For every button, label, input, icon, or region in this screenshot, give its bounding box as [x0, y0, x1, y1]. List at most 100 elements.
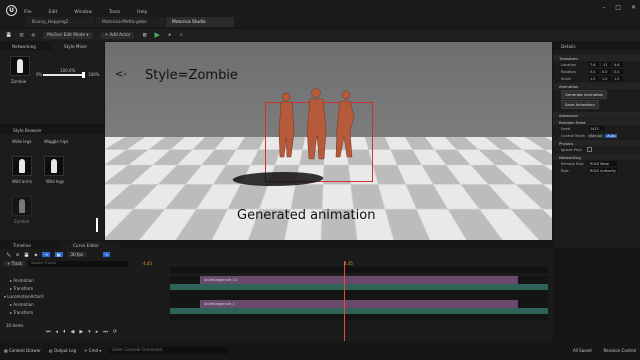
- remote-role-value[interactable]: ROLE None: [589, 161, 617, 166]
- characters-group[interactable]: [270, 87, 360, 187]
- go-to-end-icon[interactable]: ⏭: [103, 329, 108, 335]
- tab-bunny-hopping[interactable]: Bunny_Hopping2: [26, 17, 94, 27]
- location-z[interactable]: 4.6: [613, 62, 623, 67]
- control-auto-button[interactable]: Auto: [605, 133, 618, 138]
- ignore-physics-checkbox[interactable]: [587, 147, 592, 152]
- location-x[interactable]: 7.6: [589, 62, 599, 67]
- wild-legs-thumbnail[interactable]: [44, 156, 64, 176]
- curve-icon[interactable]: ∿: [102, 251, 111, 257]
- details-spacer: [553, 50, 640, 54]
- zombie-style-thumbnail[interactable]: [10, 56, 30, 76]
- add-track-button[interactable]: + Track: [4, 261, 26, 266]
- tab-style-mixer[interactable]: Style Mixer: [52, 42, 104, 50]
- anim-section-1[interactable]: AnimSequence_1: [200, 300, 518, 308]
- reverse-icon[interactable]: ◀: [71, 329, 75, 335]
- prev-key-icon[interactable]: ◂: [56, 329, 59, 335]
- rotation-z[interactable]: 0.0: [613, 69, 623, 74]
- style-item-wide-legs[interactable]: Wide legs: [12, 139, 31, 144]
- step-forward-icon[interactable]: ⏵: [88, 329, 91, 335]
- track-transform-1[interactable]: ▸ Transform: [0, 284, 168, 292]
- style-item-wild-legs[interactable]: Wild legs: [46, 179, 64, 184]
- fps-select[interactable]: 30 fps: [67, 251, 86, 257]
- menu-window[interactable]: Window: [74, 10, 92, 15]
- rotation-x[interactable]: 0.0: [589, 69, 599, 74]
- text-cursor: [96, 218, 98, 232]
- unreal-logo-icon[interactable]: U: [6, 5, 17, 16]
- menu-bar: U File Edit Window Tools Help Bunny_Hopp…: [0, 0, 640, 28]
- tab-curve-editor[interactable]: Curve Editor: [60, 241, 120, 249]
- section-advanced[interactable]: Advanced: [553, 112, 640, 118]
- tab-networking[interactable]: Networking: [0, 42, 52, 50]
- browse-icon[interactable]: ▤: [19, 33, 23, 38]
- scale-z[interactable]: 1.0: [613, 76, 623, 81]
- grid-icon[interactable]: ▦: [142, 33, 146, 38]
- scale-x[interactable]: 1.0: [589, 76, 599, 81]
- key-icon[interactable]: ◆: [34, 252, 37, 257]
- snap-icon[interactable]: ⇥: [42, 251, 50, 257]
- all-saved-indicator[interactable]: All Saved: [573, 348, 592, 353]
- output-log-button[interactable]: ▤ Output Log: [49, 348, 76, 353]
- content-drawer-button[interactable]: ▦ Content Drawer: [4, 348, 41, 353]
- style-name: Zombie: [11, 79, 27, 84]
- menu-tools[interactable]: Tools: [109, 10, 120, 15]
- slider-handle[interactable]: [82, 72, 85, 78]
- track-animation-2[interactable]: ▸ Animation: [0, 300, 168, 308]
- wrench-icon[interactable]: 🔧: [6, 252, 11, 257]
- track-transform-2[interactable]: ▸ Transform: [0, 308, 168, 316]
- close-icon[interactable]: ✕: [631, 4, 636, 11]
- mode-select[interactable]: MoGen Edit Mode ▾: [43, 31, 93, 39]
- transform-keys-2[interactable]: [170, 308, 548, 314]
- cmd-select[interactable]: > Cmd ▾: [84, 348, 101, 353]
- style-weight-slider[interactable]: [43, 74, 85, 76]
- save-icon[interactable]: 💾: [6, 33, 11, 38]
- maximize-icon[interactable]: □: [615, 4, 621, 11]
- warning-icon[interactable]: ⚠: [180, 33, 184, 38]
- console-input[interactable]: Enter Console Command: [109, 347, 230, 354]
- save-animation-button[interactable]: Save Animation: [561, 100, 599, 109]
- slider-max-label: 100%: [88, 72, 100, 77]
- anim-section-11[interactable]: AnimSequence_11: [200, 276, 518, 284]
- save-icon[interactable]: 💾: [24, 252, 29, 257]
- track-locomotion-actor[interactable]: ▾ LocomotionActor0: [0, 292, 168, 300]
- level-viewport[interactable]: <- Style=Zombie Generated animation: [105, 42, 552, 240]
- revision-control-button[interactable]: Revision Control: [604, 348, 636, 353]
- grid-snap-icon[interactable]: ▦: [54, 251, 63, 257]
- location-row: Location 7.6 -11 4.6: [553, 61, 640, 68]
- time-ruler[interactable]: [170, 267, 548, 273]
- wild-arms-thumbnail[interactable]: [12, 156, 32, 176]
- style-item-wild-arms[interactable]: Wild arms: [12, 179, 32, 184]
- seed-input[interactable]: 1413: [589, 126, 605, 131]
- menu-edit[interactable]: Edit: [49, 10, 58, 15]
- rotation-y[interactable]: 0.0: [601, 69, 611, 74]
- section-animation[interactable]: Animation: [553, 83, 640, 89]
- scale-y[interactable]: 1.0: [601, 76, 611, 81]
- play-forward-icon[interactable]: ▶: [79, 329, 83, 335]
- control-manual-button[interactable]: Manual: [587, 133, 605, 138]
- playhead[interactable]: [344, 261, 345, 341]
- filter-icon[interactable]: ⊞: [16, 252, 19, 257]
- zombie-thumbnail[interactable]: [12, 196, 32, 216]
- style-item-zombie[interactable]: Zombie: [14, 219, 29, 224]
- track-animation-1[interactable]: ▸ Animation: [0, 276, 168, 284]
- menu-file[interactable]: File: [24, 10, 32, 15]
- menu-help[interactable]: Help: [137, 10, 147, 15]
- style-item-waggle-hips[interactable]: Waggle hips: [44, 139, 68, 144]
- add-actor-button[interactable]: + Add Actor: [100, 31, 135, 39]
- tab-metta[interactable]: Motorica-Metta-gebe: [96, 17, 164, 27]
- send-icon[interactable]: ➤: [168, 33, 172, 38]
- minimize-icon[interactable]: –: [602, 4, 605, 11]
- step-back-icon[interactable]: ⏴: [63, 329, 66, 335]
- play-icon[interactable]: ▶: [155, 31, 160, 39]
- ignore-physics-label: Ignore Phys: [561, 147, 583, 152]
- loop-icon[interactable]: ⟳: [113, 329, 117, 335]
- role-value[interactable]: ROLE Authority: [589, 168, 617, 173]
- transform-keys-1[interactable]: [170, 284, 548, 290]
- globe-icon[interactable]: ◍: [31, 33, 35, 38]
- next-key-icon[interactable]: ▸: [96, 329, 99, 335]
- tab-motorica-studio[interactable]: Motorica Studio: [166, 17, 234, 27]
- go-to-start-icon[interactable]: ⏮: [46, 329, 51, 335]
- track-search-input[interactable]: Search Tracks: [28, 260, 129, 267]
- generate-animation-button[interactable]: Generate Animation: [561, 90, 608, 99]
- tab-timeline[interactable]: Timeline: [0, 241, 60, 249]
- location-y[interactable]: -11: [601, 62, 611, 67]
